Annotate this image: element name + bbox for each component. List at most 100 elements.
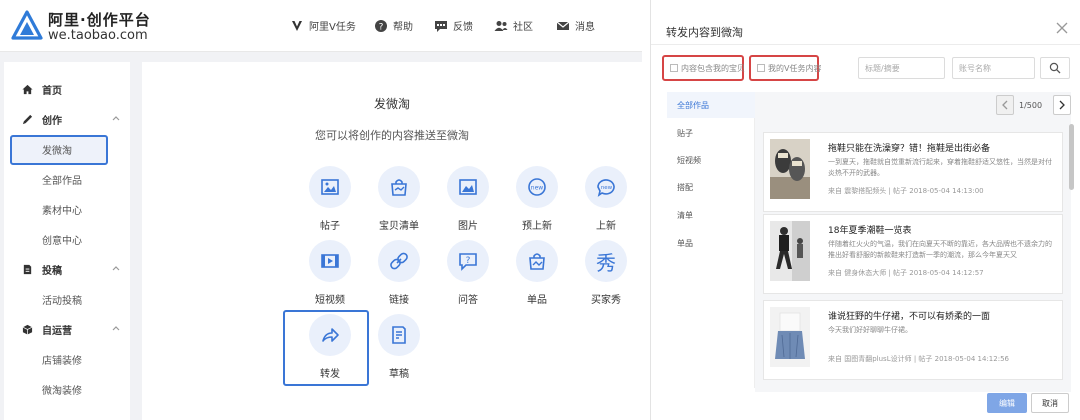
sidebar-item-idea-center[interactable]: 创意中心 xyxy=(4,224,130,254)
option-buyer-show[interactable]: 秀 买家秀 xyxy=(576,240,636,306)
checkbox[interactable] xyxy=(757,64,765,72)
category-label: 全部作品 xyxy=(677,100,709,110)
option-new[interactable]: new 上新 xyxy=(576,166,636,232)
modal-title: 转发内容到微淘 xyxy=(666,26,743,39)
new-chat-icon: new xyxy=(597,179,615,197)
brand-title: 阿里·创作平台 xyxy=(48,11,151,29)
filter-contains-my-goods[interactable]: 内容包含我的宝贝 xyxy=(662,55,745,81)
option-goods-list[interactable]: 宝贝清单 xyxy=(369,166,429,232)
option-label: 上新 xyxy=(596,221,616,232)
nav-help[interactable]: ? 帮助 xyxy=(374,18,413,33)
next-page-button[interactable] xyxy=(1053,95,1071,115)
sidebar-section-self-operation[interactable]: 自运营 xyxy=(4,314,130,344)
sidebar-item-shop-decor[interactable]: 店铺装修 xyxy=(4,344,130,374)
option-pre-new[interactable]: new 预上新 xyxy=(507,166,567,232)
sidebar-item-label: 投稿 xyxy=(42,265,62,277)
account-search-input[interactable]: 账号名称 xyxy=(952,57,1035,79)
nav-community[interactable]: 社区 xyxy=(494,18,533,33)
prev-page-button[interactable] xyxy=(996,95,1014,115)
option-label: 单品 xyxy=(527,295,547,306)
nav-message[interactable]: 消息 xyxy=(556,18,595,33)
sidebar-section-submit[interactable]: 投稿 xyxy=(4,254,130,284)
sidebar-item-label: 素材中心 xyxy=(42,205,82,217)
search-button[interactable] xyxy=(1040,57,1070,79)
card-meta: 来自 国图青翻plusL设计师 | 帖子 2018-05-04 14:12:56 xyxy=(828,355,1009,363)
shopping-bag-icon xyxy=(391,179,407,196)
page-title: 发微淘 xyxy=(373,97,410,111)
sidebar-item-label: 自运营 xyxy=(42,325,72,337)
content-card[interactable]: 拖鞋只能在洗澡穿？错！拖鞋是出街必备 一到夏天，拖鞋就自觉重新流行起来，穿着拖鞋… xyxy=(763,132,1063,212)
category-label: 搭配 xyxy=(677,182,693,192)
scrollbar[interactable] xyxy=(1069,124,1074,190)
show-icon: 秀 xyxy=(596,250,616,275)
option-forward[interactable]: 转发 xyxy=(300,314,360,380)
pen-icon xyxy=(22,114,33,124)
option-link[interactable]: 链接 xyxy=(369,240,429,306)
sidebar-item-event-submit[interactable]: 活动投稿 xyxy=(4,284,130,314)
checkbox[interactable] xyxy=(670,64,678,72)
svg-text:new: new xyxy=(531,185,543,192)
cancel-button[interactable]: 取消 xyxy=(1031,393,1069,413)
sidebar-item-label: 活动投稿 xyxy=(42,295,82,307)
filter-my-v-task[interactable]: 我的V任务内容 xyxy=(749,55,822,81)
card-thumbnail xyxy=(770,221,810,281)
filter-label: 内容包含我的宝贝 xyxy=(681,63,745,73)
placeholder: 账号名称 xyxy=(959,63,991,73)
sidebar-item-post-weitao[interactable]: 发微淘 xyxy=(4,134,130,164)
option-label: 转发 xyxy=(320,369,340,380)
category-outfit[interactable]: 搭配 xyxy=(667,174,755,200)
card-description: 一到夏天，拖鞋就自觉重新流行起来，穿着拖鞋舒适又悠性，当然是对付炎热不开的武器。 xyxy=(828,158,1052,177)
pagination: 1/500 xyxy=(755,92,1071,120)
category-single-product[interactable]: 单品 xyxy=(667,230,755,256)
svg-text:?: ? xyxy=(466,256,471,266)
option-qa[interactable]: ? 问答 xyxy=(438,240,498,306)
option-label: 草稿 xyxy=(389,369,409,380)
category-list: 全部作品 贴子 短视频 搭配 清单 单品 xyxy=(667,92,755,388)
chevron-up-icon xyxy=(112,326,120,331)
option-label: 买家秀 xyxy=(591,295,621,306)
sidebar-item-label: 创作 xyxy=(42,115,62,127)
community-icon xyxy=(494,20,508,31)
edit-button[interactable]: 编辑 xyxy=(987,393,1027,413)
sidebar: 首页 创作 发微淘 全部作品 素材中心 创意中心 投稿 活动投稿 自运营 店铺装… xyxy=(4,62,130,420)
option-label: 短视频 xyxy=(315,295,345,306)
sidebar-item-home[interactable]: 首页 xyxy=(4,74,130,104)
nav-v-task[interactable]: 阿里V任务 xyxy=(290,18,356,33)
page-indicator: 1/500 xyxy=(1019,101,1042,110)
svg-text:?: ? xyxy=(379,22,384,32)
category-short-video[interactable]: 短视频 xyxy=(667,147,755,173)
nav-label: 消息 xyxy=(575,22,595,33)
share-icon xyxy=(322,328,339,342)
option-picture[interactable]: 图片 xyxy=(438,166,498,232)
nav-label: 反馈 xyxy=(453,22,473,33)
close-icon[interactable] xyxy=(1054,20,1070,36)
search-icon xyxy=(1049,62,1061,74)
sidebar-item-weitao-decor[interactable]: 微淘装修 xyxy=(4,374,130,404)
content-card[interactable]: 18年夏季潮鞋一览表 伴随着红火火的气温，我们在向夏天不断的靠近，各大品牌也不遗… xyxy=(763,214,1063,294)
chevron-left-icon xyxy=(1002,100,1008,110)
title-search-input[interactable]: 标题/摘要 xyxy=(858,57,945,79)
draft-icon xyxy=(392,326,406,344)
category-list[interactable]: 清单 xyxy=(667,202,755,228)
option-post[interactable]: 帖子 xyxy=(300,166,360,232)
category-all[interactable]: 全部作品 xyxy=(667,92,755,118)
forward-modal: 转发内容到微淘 内容包含我的宝贝 我的V任务内容 标题/摘要 账号名称 全部作品… xyxy=(650,0,1080,420)
nav-feedback[interactable]: 反馈 xyxy=(434,18,473,33)
filter-label: 我的V任务内容 xyxy=(768,63,822,73)
card-thumbnail xyxy=(770,139,810,199)
option-label: 问答 xyxy=(458,295,478,306)
sidebar-item-material-center[interactable]: 素材中心 xyxy=(4,194,130,224)
option-label: 帖子 xyxy=(320,221,340,232)
home-icon xyxy=(22,84,33,94)
option-draft[interactable]: 草稿 xyxy=(369,314,429,380)
option-single-product[interactable]: 单品 xyxy=(507,240,567,306)
product-icon xyxy=(529,253,545,270)
divider xyxy=(651,44,1080,45)
sidebar-section-create[interactable]: 创作 xyxy=(4,104,130,134)
sidebar-item-label: 发微淘 xyxy=(42,145,72,157)
sidebar-item-all-works[interactable]: 全部作品 xyxy=(4,164,130,194)
option-short-video[interactable]: 短视频 xyxy=(300,240,360,306)
content-card[interactable]: 谁说狂野的牛仔裙，不可以有娇柔的一面 今天我们好好聊聊牛仔裙。 来自 国图青翻p… xyxy=(763,300,1063,380)
category-post[interactable]: 贴子 xyxy=(667,120,755,146)
sidebar-item-label: 微淘装修 xyxy=(42,385,82,397)
